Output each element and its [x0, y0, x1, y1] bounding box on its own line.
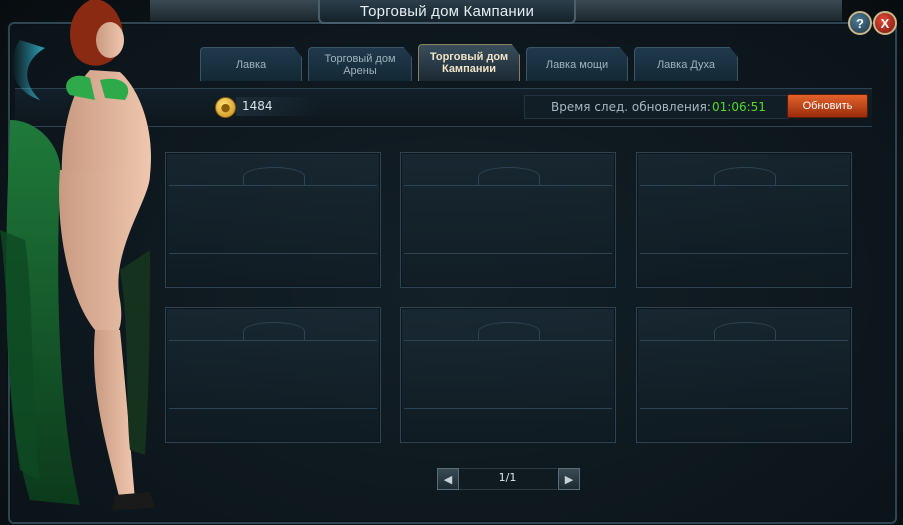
character-illustration — [0, 0, 155, 510]
currency-value: 1484 — [242, 99, 273, 113]
help-icon: ? — [856, 15, 864, 31]
item-slot[interactable] — [400, 307, 616, 443]
close-button[interactable]: X — [873, 11, 897, 35]
refresh-timer: 01:06:51 — [712, 100, 766, 114]
tab-shop[interactable]: Лавка — [200, 47, 302, 81]
pager-next-button[interactable]: ▶ — [558, 468, 580, 490]
refresh-button-label: Обновить — [802, 100, 853, 112]
item-slot[interactable] — [636, 152, 852, 288]
chevron-right-icon: ▶ — [564, 472, 574, 486]
refresh-label: Время след. обновления: — [551, 100, 711, 114]
gold-coin-icon: ● — [215, 97, 236, 118]
refresh-button[interactable]: Обновить — [787, 94, 868, 118]
tab-campaign-trade-house[interactable]: Торговый дом Кампании — [418, 44, 520, 81]
title-plate: Торговый дом Кампании — [318, 0, 576, 24]
item-slot[interactable] — [400, 152, 616, 288]
help-button[interactable]: ? — [848, 11, 872, 35]
item-grid — [165, 152, 852, 443]
pager-prev-button[interactable]: ◀ — [437, 468, 459, 490]
window-title: Торговый дом Кампании — [359, 2, 535, 20]
chevron-left-icon: ◀ — [443, 472, 453, 486]
tab-arena-trade-house[interactable]: Торговый дом Арены — [308, 47, 412, 81]
tab-spirit-shop[interactable]: Лавка Духа — [634, 47, 738, 81]
pager-text: 1/1 — [498, 471, 517, 484]
tab-bar: Лавка Торговый дом Арены Торговый дом Ка… — [200, 44, 738, 81]
close-icon: X — [880, 15, 890, 31]
item-slot[interactable] — [636, 307, 852, 443]
title-deco-right — [572, 0, 842, 24]
shop-window: Торговый дом Кампании ? X Лавка Торговый… — [0, 0, 903, 525]
tab-power-shop[interactable]: Лавка мощи — [526, 47, 628, 81]
